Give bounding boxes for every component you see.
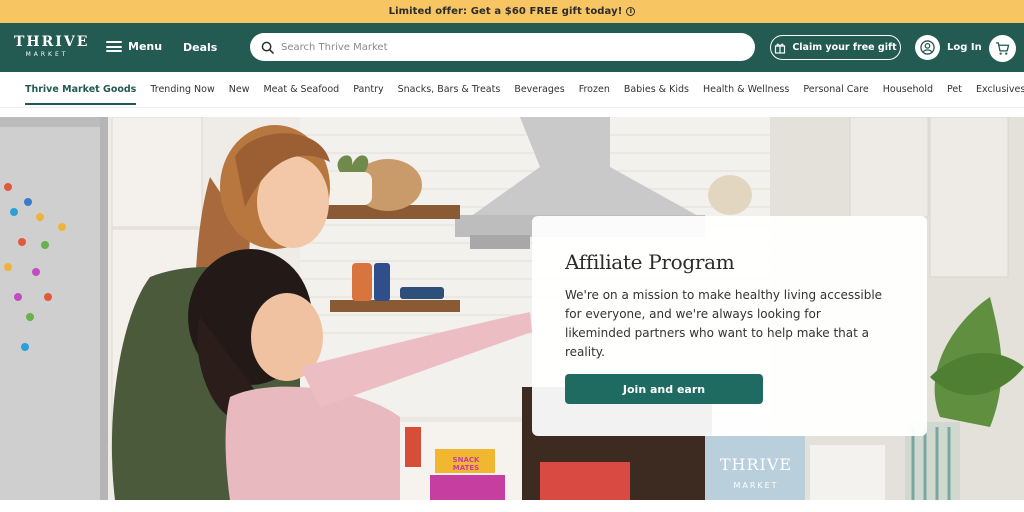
category-exclusives[interactable]: Exclusives: [976, 72, 1024, 108]
search-input[interactable]: [281, 41, 721, 53]
logo-top: THRIVE: [14, 34, 90, 50]
gift-icon: [775, 43, 786, 54]
claim-gift-button[interactable]: Claim your free gift: [770, 35, 901, 60]
cart-icon: [995, 42, 1010, 55]
menu-button[interactable]: Menu: [106, 40, 162, 53]
product-box-bottom: MARKET: [733, 481, 779, 490]
category-thrive-market-goods[interactable]: Thrive Market Goods: [25, 72, 137, 108]
category-snacks-bars-treats[interactable]: Snacks, Bars & Treats: [398, 72, 501, 108]
gift-label: Claim your free gift: [792, 42, 897, 53]
category-nav: Thrive Market Goods Trending Now New Mea…: [0, 72, 1024, 108]
cart-button[interactable]: [989, 35, 1016, 62]
logo[interactable]: THRIVE MARKET: [14, 34, 90, 59]
search-bar[interactable]: [250, 33, 755, 61]
category-babies-kids[interactable]: Babies & Kids: [624, 72, 689, 108]
category-new[interactable]: New: [229, 72, 250, 108]
logo-bottom: MARKET: [25, 51, 69, 58]
promo-text[interactable]: Limited offer: Get a $60 FREE gift today…: [389, 6, 623, 17]
category-beverages[interactable]: Beverages: [514, 72, 564, 108]
user-icon: [915, 35, 940, 60]
info-icon[interactable]: i: [626, 7, 636, 16]
menu-label: Menu: [128, 40, 163, 53]
category-frozen[interactable]: Frozen: [579, 72, 610, 108]
search-icon: [261, 41, 274, 54]
page-bottom-edge: [0, 500, 1024, 512]
affiliate-card: Affiliate Program We're on a mission to …: [532, 216, 927, 436]
affiliate-title: Affiliate Program: [565, 250, 735, 274]
category-meat-seafood[interactable]: Meat & Seafood: [263, 72, 339, 108]
category-pet[interactable]: Pet: [947, 72, 962, 108]
category-trending-now[interactable]: Trending Now: [150, 72, 214, 108]
promo-banner[interactable]: Limited offer: Get a $60 FREE gift today…: [0, 0, 1024, 23]
product-snack-label: SNACK MATES: [452, 456, 480, 472]
product-box-top: THRIVE: [719, 455, 793, 474]
affiliate-description: We're on a mission to make healthy livin…: [565, 288, 883, 359]
deals-link[interactable]: Deals: [183, 41, 217, 54]
category-personal-care[interactable]: Personal Care: [803, 72, 868, 108]
login-button[interactable]: Log In: [915, 35, 982, 60]
hamburger-icon: [106, 41, 122, 52]
category-pantry[interactable]: Pantry: [353, 72, 383, 108]
join-and-earn-button[interactable]: Join and earn: [565, 374, 763, 404]
site-header: THRIVE MARKET Menu Deals Claim your free…: [0, 23, 1024, 72]
category-health-wellness[interactable]: Health & Wellness: [703, 72, 789, 108]
login-label: Log In: [947, 42, 982, 53]
hero-section: SNACK MATES THRIVE MARKET Affiliate Prog…: [0, 117, 1024, 500]
category-household[interactable]: Household: [883, 72, 933, 108]
